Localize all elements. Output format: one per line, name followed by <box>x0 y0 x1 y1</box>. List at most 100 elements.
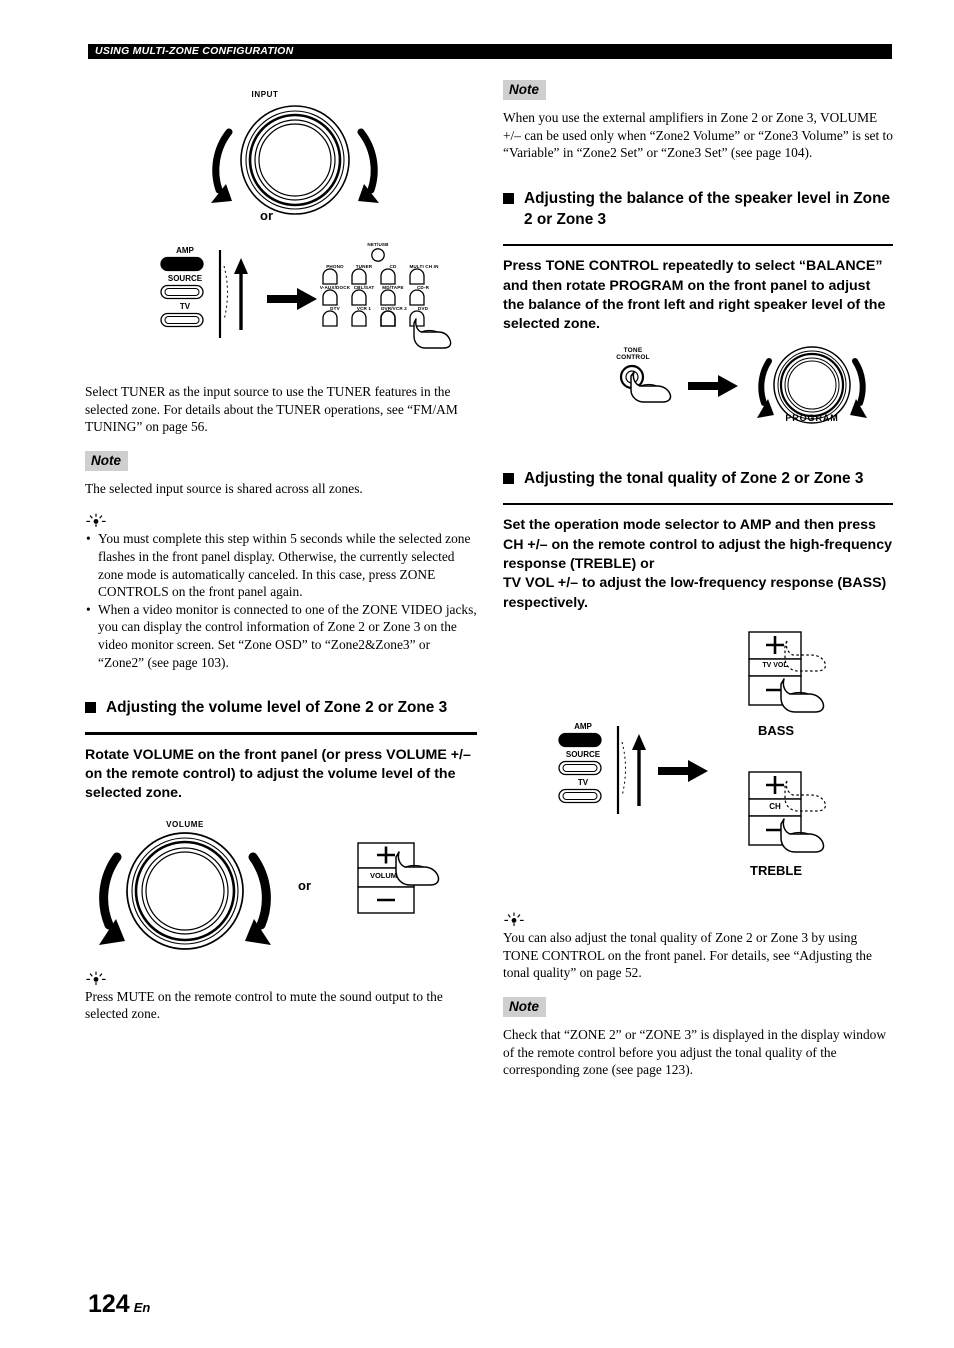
tip-bulb-icon <box>86 514 106 528</box>
note-external-amps-text: When you use the external amplifiers in … <box>503 110 893 161</box>
section-volume-instruction: Rotate VOLUME on the front panel (or pre… <box>85 746 471 802</box>
mode-switch-source <box>558 761 602 776</box>
running-header-title: USING MULTI-ZONE CONFIGURATION <box>95 45 294 57</box>
input-button-label-tuner: TUNER <box>355 264 373 269</box>
input-button-label-phono: PHONO <box>326 264 344 269</box>
mode-selector-slide-arrow <box>616 726 646 815</box>
figure-tonal-controls: AMP SOURCE TV TV VOL BASS CH TREBLE <box>503 627 893 902</box>
manual-page: USING MULTI-ZONE CONFIGURATION INPUT or <box>0 0 954 1348</box>
input-button-label-dvd: DVD <box>417 306 429 311</box>
input-button-label-cdr: CD-R <box>416 285 430 290</box>
section-volume-heading-text: Adjusting the volume level of Zone 2 or … <box>106 699 448 717</box>
section-tonal-heading: Adjusting the tonal quality of Zone 2 or… <box>503 468 893 489</box>
paragraph-select-tuner: Select TUNER as the input source to use … <box>85 384 458 435</box>
tip-tone-control-text: You can also adjust the tonal quality of… <box>503 930 872 981</box>
section-bullet-square-icon <box>503 192 514 204</box>
volume-knob-graphic[interactable] <box>95 829 275 961</box>
note-badge: Note <box>503 997 546 1017</box>
right-column: Note When you use the external amplifier… <box>503 80 893 1079</box>
input-button-netusb[interactable] <box>370 248 386 262</box>
ghost-hand-icon <box>784 640 827 672</box>
section-rule <box>503 243 893 247</box>
tip-item: When a video monitor is connected to one… <box>85 601 477 671</box>
mode-label-source: SOURCE <box>167 274 203 283</box>
note-shared-source-text: The selected input source is shared acro… <box>85 480 363 496</box>
section-balance: Adjusting the balance of the speaker lev… <box>503 188 893 335</box>
ghost-hand-icon <box>784 780 827 812</box>
input-button-label-netusb: NET/USB <box>367 242 389 247</box>
section-tonal-instruction: Set the operation mode selector to AMP a… <box>503 517 893 611</box>
input-button-row-2[interactable] <box>320 289 445 306</box>
section-bullet-square-icon <box>503 472 514 484</box>
input-or-label: or <box>260 208 273 223</box>
section-bullet-square-icon <box>85 702 96 714</box>
tips-list: You must complete this step within 5 sec… <box>85 530 477 671</box>
figure-volume-control: VOLUME or VOLUME <box>85 818 477 963</box>
tip-bulb-icon <box>504 912 524 927</box>
tip-item: You must complete this step within 5 sec… <box>85 530 477 600</box>
volume-knob-label: VOLUME <box>166 819 204 829</box>
remote-ch-rocker[interactable]: CH TREBLE <box>748 771 827 878</box>
section-rule <box>503 502 893 506</box>
section-balance-instruction: Press TONE CONTROL repeatedly to select … <box>503 258 886 333</box>
input-button-label-multichin: MULTI CH IN <box>409 264 439 269</box>
note-badge: Note <box>503 80 546 100</box>
page-language-code: En <box>133 1300 151 1315</box>
treble-label: TREBLE <box>750 863 802 879</box>
arrow-right-icon <box>658 760 708 783</box>
figure-tone-control-to-program: TONE CONTROL PROGRAM <box>503 346 893 442</box>
tip-mute-block: Press MUTE on the remote control to mute… <box>85 971 477 1023</box>
input-button-row-1[interactable] <box>320 268 445 285</box>
arrow-right-icon <box>267 288 317 310</box>
input-button-label-dtv: DTV <box>330 306 340 311</box>
input-selector-button-grid: NET/USB PHONO TUNER CD MULTI CH IN V-AUX… <box>320 242 455 349</box>
program-knob-label: PROGRAM <box>785 412 839 423</box>
note-badge: Note <box>85 450 128 471</box>
mode-switch-tv <box>558 789 602 804</box>
mode-label-source: SOURCE <box>565 750 601 760</box>
tip-bulb-icon <box>86 971 106 985</box>
pressing-hand-icon <box>630 371 672 403</box>
note-external-amps-block: Note When you use the external amplifier… <box>503 80 893 162</box>
input-knob-graphic <box>211 105 379 215</box>
arrow-right-icon <box>688 374 738 397</box>
mode-switch-source <box>160 284 204 300</box>
section-balance-heading: Adjusting the balance of the speaker lev… <box>503 188 893 230</box>
mode-switch-amp <box>558 733 602 748</box>
mode-switch-amp <box>160 256 204 272</box>
tone-control-label-line2: CONTROL <box>616 354 650 362</box>
tip-tone-control-block: You can also adjust the tonal quality of… <box>503 912 893 982</box>
mode-label-tv: TV <box>577 778 589 788</box>
left-column: INPUT or AMP SOURCE TV NET/USB PHONO TUN… <box>85 80 477 1023</box>
section-volume-heading: Adjusting the volume level of Zone 2 or … <box>85 697 477 718</box>
mode-selector-slide-arrow <box>218 250 248 338</box>
section-tonal-quality: Adjusting the tonal quality of Zone 2 or… <box>503 468 893 613</box>
program-knob-group[interactable]: PROGRAM <box>753 341 871 427</box>
note-zone-display-block: Note Check that “ZONE 2” or “ZONE 3” is … <box>503 997 893 1079</box>
remote-tvvol-rocker[interactable]: TV VOL BASS <box>748 631 827 738</box>
input-button-label-cd: CD <box>389 264 397 269</box>
mode-label-tv: TV <box>179 302 191 311</box>
note-zone-display-text: Check that “ZONE 2” or “ZONE 3” is displ… <box>503 1027 887 1078</box>
section-rule <box>85 732 477 735</box>
figure-mode-to-input-buttons: AMP SOURCE TV NET/USB PHONO TUNER CD MUL… <box>85 242 477 361</box>
mode-label-amp: AMP <box>176 246 194 255</box>
pressing-hand-icon <box>395 850 440 886</box>
tone-control-label-line1: TONE <box>623 346 643 354</box>
section-balance-heading-text: Adjusting the balance of the speaker lev… <box>524 189 891 228</box>
pressing-hand-icon <box>413 318 452 349</box>
section-tonal-heading-text: Adjusting the tonal quality of Zone 2 or… <box>524 469 864 487</box>
bass-label: BASS <box>757 723 795 739</box>
figure-input-knob: INPUT or <box>85 80 477 230</box>
page-number-block: 124 En <box>88 1290 150 1319</box>
pressing-hand-icon <box>780 678 825 713</box>
remote-volume-rocker[interactable]: VOLUME <box>357 842 440 916</box>
pressing-hand-icon <box>780 818 825 853</box>
page-number: 124 <box>88 1290 130 1318</box>
mode-switch-tv <box>160 312 204 328</box>
tips-block: You must complete this step within 5 sec… <box>85 513 477 671</box>
tip-mute-text: Press MUTE on the remote control to mute… <box>85 988 443 1022</box>
section-volume-level: Adjusting the volume level of Zone 2 or … <box>85 697 477 804</box>
volume-or-label: or <box>298 877 311 893</box>
tone-control-label: TONE CONTROL <box>603 347 663 362</box>
